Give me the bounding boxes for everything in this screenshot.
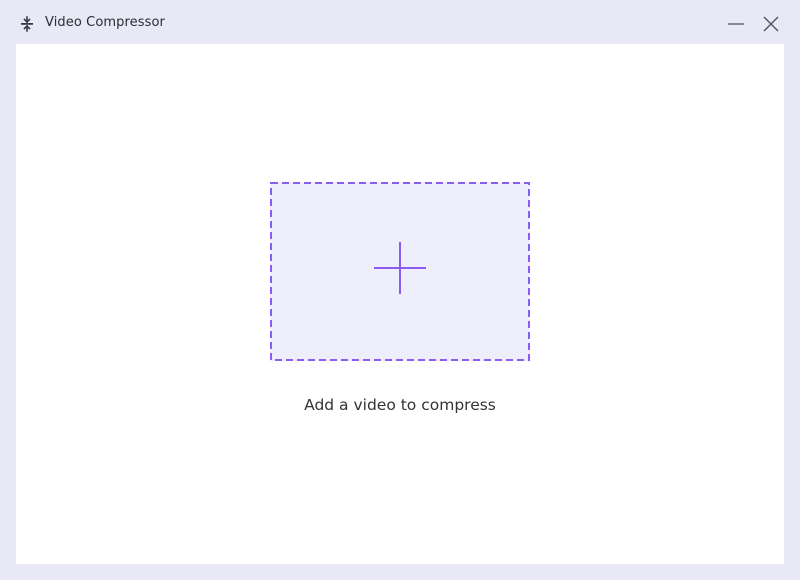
add-video-hint: Add a video to compress [304, 396, 496, 414]
app-window: Video Compressor Add a video to compress [0, 0, 800, 580]
add-video-dropzone[interactable] [270, 182, 530, 361]
minimize-icon [728, 23, 744, 25]
plus-icon [374, 242, 426, 294]
minimize-button[interactable] [722, 12, 750, 36]
close-button[interactable] [757, 12, 785, 36]
title-bar[interactable]: Video Compressor [0, 0, 800, 44]
window-title: Video Compressor [45, 15, 166, 30]
close-icon [763, 16, 779, 32]
main-content: Add a video to compress [16, 44, 784, 564]
compress-arrows-icon [21, 16, 33, 32]
